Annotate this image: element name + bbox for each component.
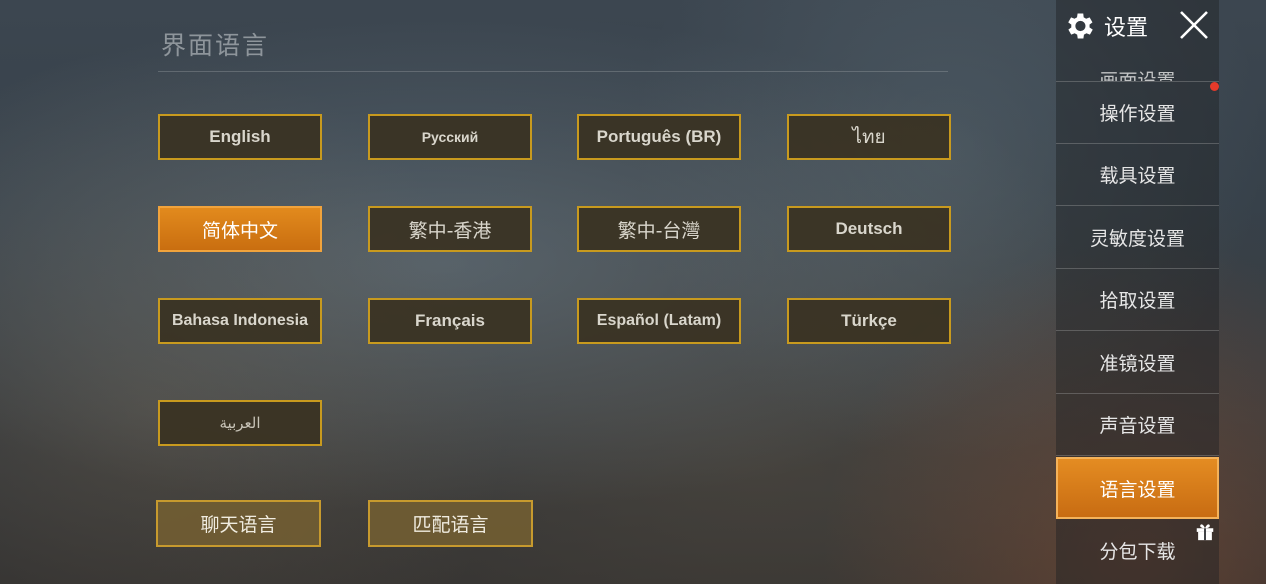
language-option-traditional-chinese-tw[interactable]: 繁中-台灣	[577, 206, 741, 252]
section-title: 界面语言	[161, 31, 270, 60]
gear-icon	[1068, 13, 1093, 39]
sidebar-item-vehicle[interactable]: 载具设置	[1056, 144, 1219, 206]
sidebar-item-scope[interactable]: 准镜设置	[1056, 332, 1219, 394]
language-option-simplified-chinese[interactable]: 简体中文	[158, 206, 322, 252]
language-option-russian[interactable]: Русский	[368, 114, 532, 160]
settings-title: 设置	[1104, 16, 1149, 41]
language-option-arabic[interactable]: العربية	[158, 400, 322, 446]
close-icon[interactable]	[1178, 9, 1210, 41]
sidebar-item-controls[interactable]: 操作设置	[1056, 82, 1219, 144]
language-option-french[interactable]: Français	[368, 298, 532, 344]
section-divider	[158, 71, 948, 72]
sidebar-item-language[interactable]: 语言设置	[1056, 457, 1219, 519]
gift-icon[interactable]	[1194, 520, 1216, 542]
sidebar-item-pickup[interactable]: 拾取设置	[1056, 269, 1219, 331]
chat-language-button[interactable]: 聊天语言	[156, 500, 321, 547]
sidebar-item-audio[interactable]: 声音设置	[1056, 394, 1219, 456]
notification-dot	[1210, 82, 1219, 91]
language-option-indonesian[interactable]: Bahasa Indonesia	[158, 298, 322, 344]
language-option-spanish-latam[interactable]: Español (Latam)	[577, 298, 741, 344]
sidebar-item-sensitivity[interactable]: 灵敏度设置	[1056, 207, 1219, 269]
language-option-thai[interactable]: ไทย	[787, 114, 951, 160]
settings-header: 设置	[1062, 8, 1148, 44]
language-option-traditional-chinese-hk[interactable]: 繁中-香港	[368, 206, 532, 252]
language-option-turkish[interactable]: Türkçe	[787, 298, 951, 344]
language-option-english[interactable]: English	[158, 114, 322, 160]
settings-screen: 界面语言 English Русский Português (BR) ไทย …	[0, 0, 1266, 584]
language-option-german[interactable]: Deutsch	[787, 206, 951, 252]
sidebar-item-graphics[interactable]: 画面设置	[1056, 52, 1219, 82]
match-language-button[interactable]: 匹配语言	[368, 500, 533, 547]
language-option-portuguese[interactable]: Português (BR)	[577, 114, 741, 160]
